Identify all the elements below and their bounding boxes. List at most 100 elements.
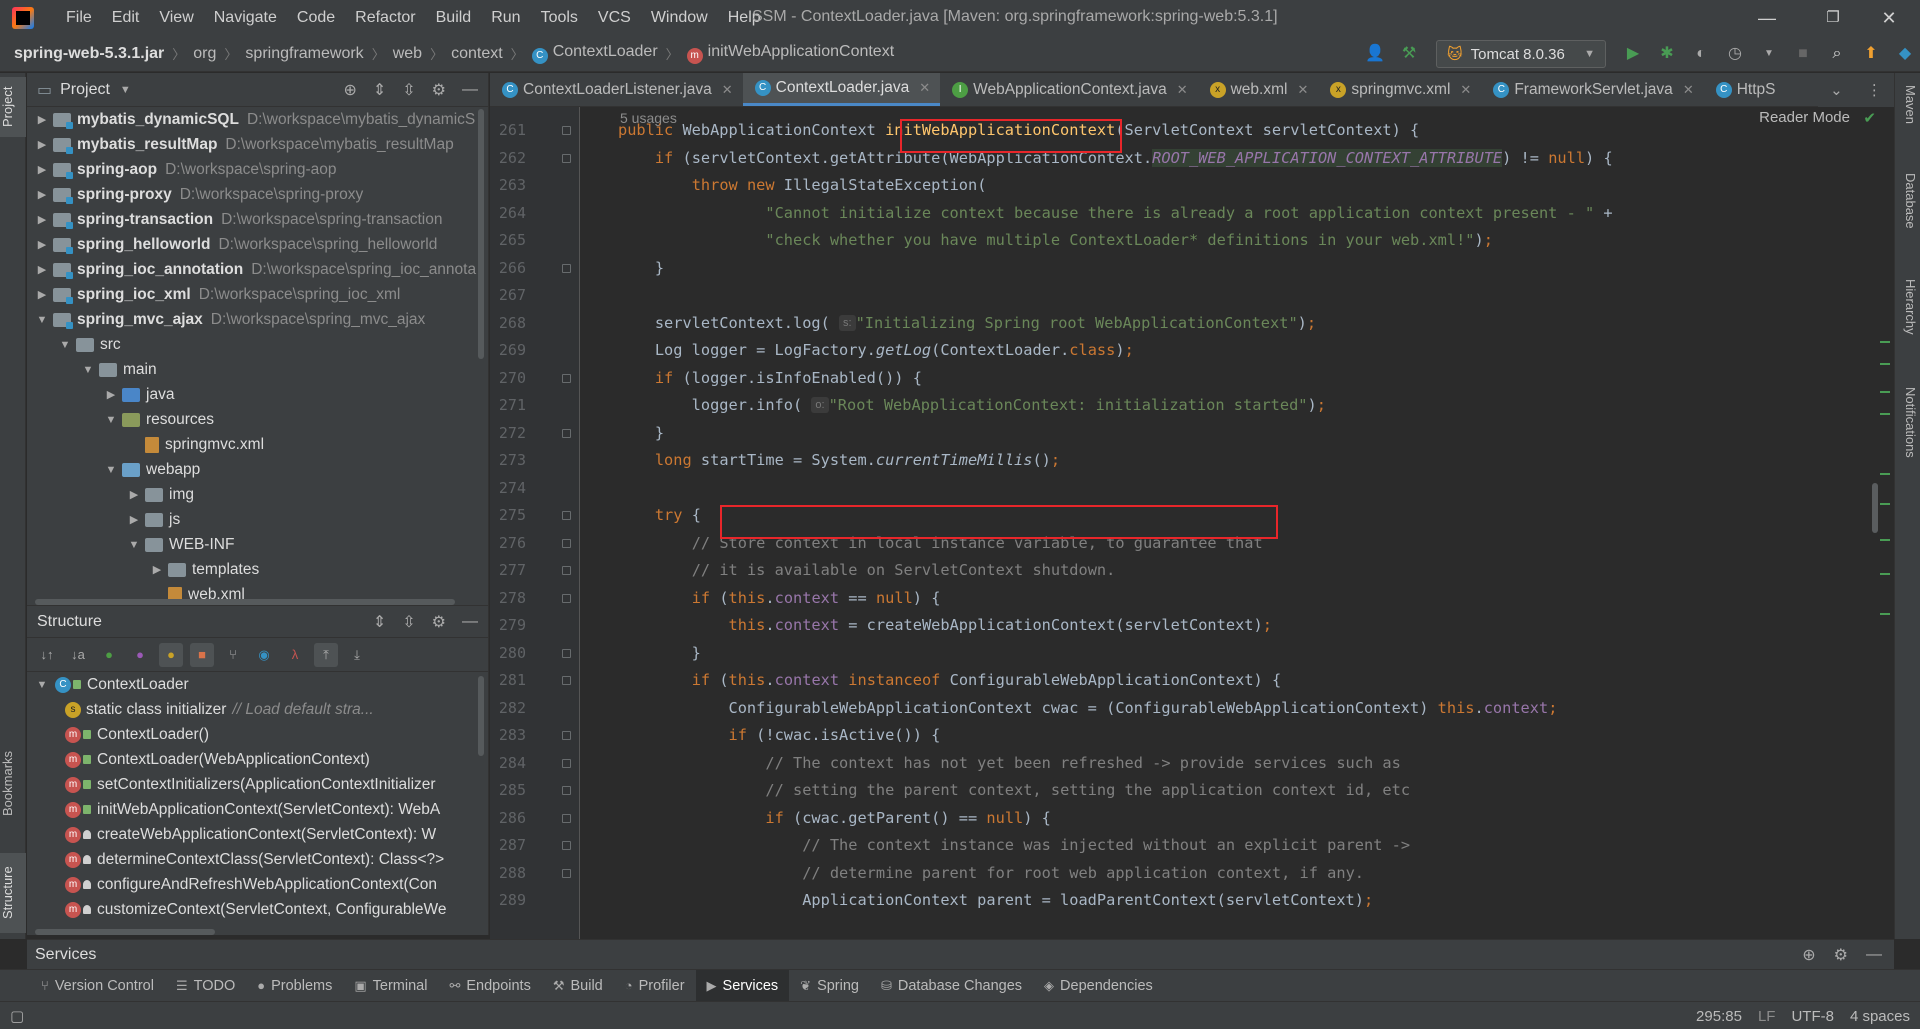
fold-marker-icon[interactable]	[562, 428, 571, 438]
breadcrumb-item[interactable]: springframework	[245, 45, 363, 63]
globe-icon[interactable]: ⊕	[1802, 945, 1815, 965]
search-icon[interactable]: ⌕	[1826, 43, 1848, 65]
code-line[interactable]: 281 if (this.context instanceof Configur…	[490, 667, 1894, 695]
hide-panel-icon[interactable]: —	[462, 613, 478, 631]
more-options-icon[interactable]: ⋮	[1867, 81, 1882, 99]
code-line[interactable]: 286 if (cwac.getParent() == null) {	[490, 805, 1894, 833]
panel-toggle-icon[interactable]: ▢	[10, 1007, 24, 1025]
bookmarks-tool-tab[interactable]: Bookmarks	[0, 743, 26, 823]
code-line[interactable]: 287 // The context instance was injected…	[490, 832, 1894, 860]
menu-code[interactable]: Code	[287, 9, 345, 27]
editor-tab-contextloader-java[interactable]: C ContextLoader.java ✕	[742, 73, 941, 106]
menu-view[interactable]: View	[149, 9, 203, 27]
bottom-tab-database-changes[interactable]: ⛁ Database Changes	[870, 970, 1033, 1001]
tree-item[interactable]: ▶ js	[27, 507, 488, 532]
collapse-all-icon[interactable]: ⇳	[402, 80, 415, 100]
expand-all-icon[interactable]: ⇕	[373, 612, 386, 632]
editor-tab-https[interactable]: C HttpS	[1704, 73, 1786, 106]
project-tool-tab[interactable]: Project	[0, 77, 26, 137]
breadcrumb-item[interactable]: context	[451, 45, 503, 63]
fold-marker-icon[interactable]	[562, 593, 571, 603]
debug-icon[interactable]: ✱	[1656, 43, 1678, 65]
bottom-tab-profiler[interactable]: ◔ Profiler	[614, 970, 696, 1001]
hide-panel-icon[interactable]: —	[1866, 946, 1882, 964]
chevron-right-icon[interactable]: ▶	[35, 188, 49, 201]
breadcrumb-item[interactable]: m initWebApplicationContext	[686, 43, 894, 64]
file-encoding[interactable]: UTF-8	[1791, 1008, 1834, 1025]
chevron-down-icon[interactable]: ▼	[35, 314, 49, 326]
fold-marker-icon[interactable]	[562, 676, 571, 685]
bottom-tab-endpoints[interactable]: ⚯ Endpoints	[438, 970, 541, 1001]
chevron-down-icon[interactable]: ▼	[104, 414, 118, 426]
menu-build[interactable]: Build	[426, 9, 482, 27]
expand-all-icon[interactable]: ⇕	[373, 80, 386, 100]
chevron-right-icon[interactable]: ▶	[35, 288, 49, 301]
tree-item[interactable]: ▼ src	[27, 332, 488, 357]
bottom-tab-spring[interactable]: ❦ Spring	[789, 970, 870, 1001]
chevron-down-icon[interactable]: ▼	[35, 679, 49, 691]
code-line[interactable]: 283 if (!cwac.isActive()) {	[490, 722, 1894, 750]
chevron-down-icon[interactable]: ▼	[127, 539, 141, 551]
editor-tab-contextloaderlistener-java[interactable]: C ContextLoaderListener.java ✕	[490, 73, 743, 106]
tree-item[interactable]: ▶ java	[27, 382, 488, 407]
fold-marker-icon[interactable]	[562, 868, 571, 878]
chevron-right-icon[interactable]: ▶	[35, 113, 49, 126]
code-line[interactable]: 274	[490, 475, 1894, 503]
code-line[interactable]: 262 if (servletContext.getAttribute(WebA…	[490, 145, 1894, 173]
structure-item[interactable]: s static class initializer // Load default…	[27, 697, 488, 722]
menu-edit[interactable]: Edit	[102, 9, 150, 27]
editor-tab-frameworkservlet-java[interactable]: C FrameworkServlet.java ✕	[1481, 73, 1703, 106]
code-line[interactable]: 273 long startTime = System.currentTimeM…	[490, 447, 1894, 475]
autoscroll-to-source-icon[interactable]: ⤒	[314, 642, 338, 667]
menu-window[interactable]: Window	[641, 9, 718, 27]
indent-setting[interactable]: 4 spaces	[1850, 1008, 1910, 1025]
code-line[interactable]: 284 // The context has not yet been refr…	[490, 750, 1894, 778]
fold-marker-icon[interactable]	[562, 373, 571, 383]
structure-item[interactable]: m initWebApplicationContext(ServletContex…	[27, 797, 488, 822]
more-run-options-icon[interactable]: ▼	[1758, 43, 1780, 65]
show-anonymous-icon[interactable]: ⑂	[221, 643, 245, 667]
fold-marker-icon[interactable]	[562, 813, 571, 823]
code-line[interactable]: 263 throw new IllegalStateException(	[490, 172, 1894, 200]
bottom-tab-terminal[interactable]: ▣ Terminal	[343, 970, 438, 1001]
fold-marker-icon[interactable]	[562, 566, 571, 575]
close-tab-icon[interactable]: ✕	[1177, 82, 1188, 98]
caret-position[interactable]: 295:85	[1696, 1008, 1742, 1025]
bottom-tab-todo[interactable]: ☰ TODO	[165, 970, 246, 1001]
stop-icon[interactable]: ■	[1792, 43, 1814, 65]
tree-item[interactable]: ▼ WEB-INF	[27, 532, 488, 557]
fold-marker-icon[interactable]	[562, 511, 571, 520]
show-lambda-icon[interactable]: λ	[283, 643, 307, 667]
code-line[interactable]: 280 }	[490, 640, 1894, 668]
collapse-all-icon[interactable]: ⇳	[402, 612, 415, 632]
line-separator[interactable]: LF	[1758, 1008, 1776, 1025]
fold-marker-icon[interactable]	[562, 263, 571, 273]
code-line[interactable]: 289 ApplicationContext parent = loadPare…	[490, 887, 1894, 915]
tree-item[interactable]: ▶ spring-aop D:\workspace\spring-aop	[27, 157, 488, 182]
tree-item[interactable]: ▶ spring-proxy D:\workspace\spring-proxy	[27, 182, 488, 207]
close-tab-icon[interactable]: ✕	[919, 80, 930, 96]
close-tab-icon[interactable]: ✕	[1297, 82, 1308, 98]
code-line[interactable]: 278 if (this.context == null) {	[490, 585, 1894, 613]
tree-item[interactable]: springmvc.xml	[27, 432, 488, 457]
breadcrumb-item[interactable]: web	[393, 45, 422, 63]
tree-item[interactable]: ▼ webapp	[27, 457, 488, 482]
structure-tool-tab[interactable]: Structure	[0, 853, 26, 933]
locate-icon[interactable]: ⊕	[343, 80, 356, 100]
tree-item[interactable]: ▶ spring_ioc_xml D:\workspace\spring_ioc_x…	[27, 282, 488, 307]
tree-item[interactable]: ▶ spring_helloworld D:\workspace\spring_he…	[27, 232, 488, 257]
structure-item[interactable]: m ContextLoader()	[27, 722, 488, 747]
hide-panel-icon[interactable]: —	[462, 81, 478, 99]
code-line[interactable]: 261 public WebApplicationContext initWebA…	[490, 117, 1894, 145]
editor-scrollbar[interactable]	[1872, 483, 1878, 533]
code-line[interactable]: 288 // determine parent for root web app…	[490, 860, 1894, 888]
structure-item[interactable]: m setContextInitializers(ApplicationConte…	[27, 772, 488, 797]
tree-item[interactable]: ▶ spring_ioc_annotation D:\workspace\sprin…	[27, 257, 488, 282]
breadcrumb-item[interactable]: C ContextLoader	[531, 43, 658, 64]
fold-marker-icon[interactable]	[562, 538, 571, 548]
tree-item[interactable]: ▶ spring-transaction D:\workspace\spring-t…	[27, 207, 488, 232]
show-non-public-icon[interactable]: ■	[190, 642, 214, 667]
fold-marker-icon[interactable]	[562, 648, 571, 658]
fold-marker-icon[interactable]	[562, 153, 571, 163]
structure-item[interactable]: m determineContextClass(ServletContext): …	[27, 847, 488, 872]
